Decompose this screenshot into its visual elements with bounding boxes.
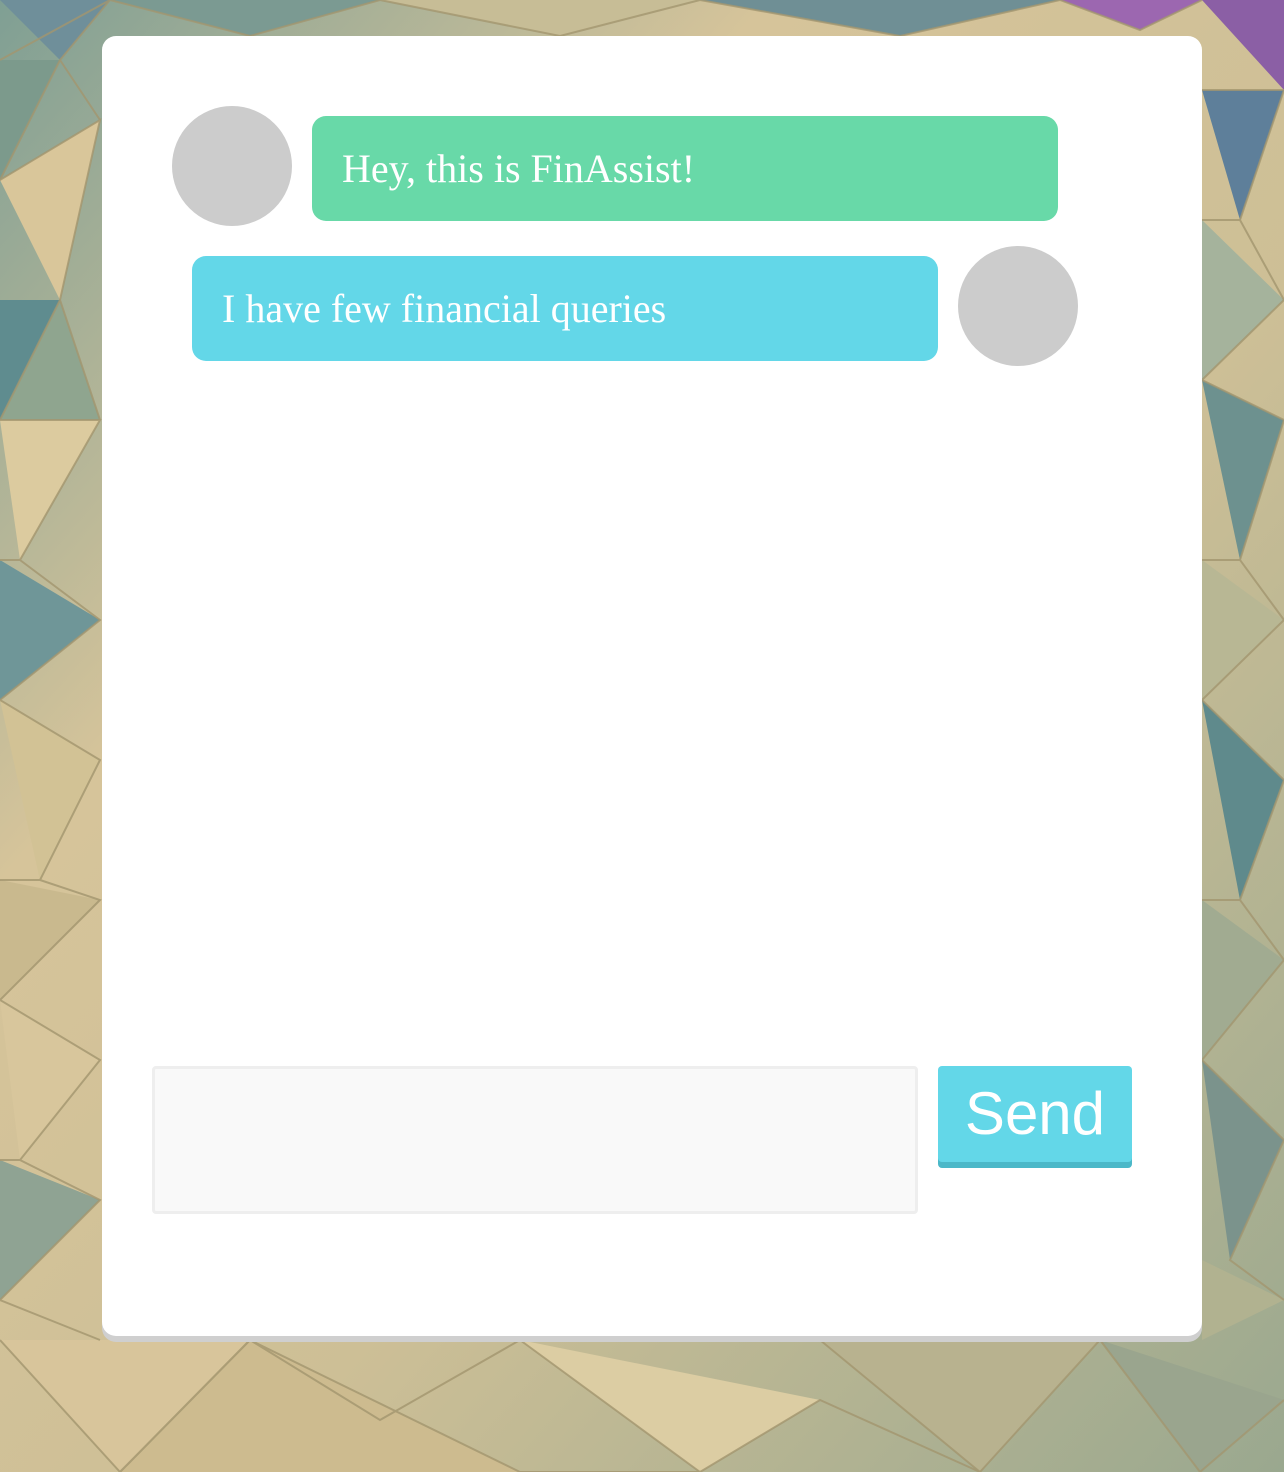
send-button[interactable]: Send: [938, 1066, 1132, 1162]
user-message-bubble: I have few financial queries: [192, 256, 938, 361]
user-avatar: [958, 246, 1078, 366]
bot-message-bubble: Hey, this is FinAssist!: [312, 116, 1058, 221]
chat-window: Hey, this is FinAssist! I have few finan…: [102, 36, 1202, 1336]
message-input[interactable]: [152, 1066, 918, 1214]
bot-avatar: [172, 106, 292, 226]
